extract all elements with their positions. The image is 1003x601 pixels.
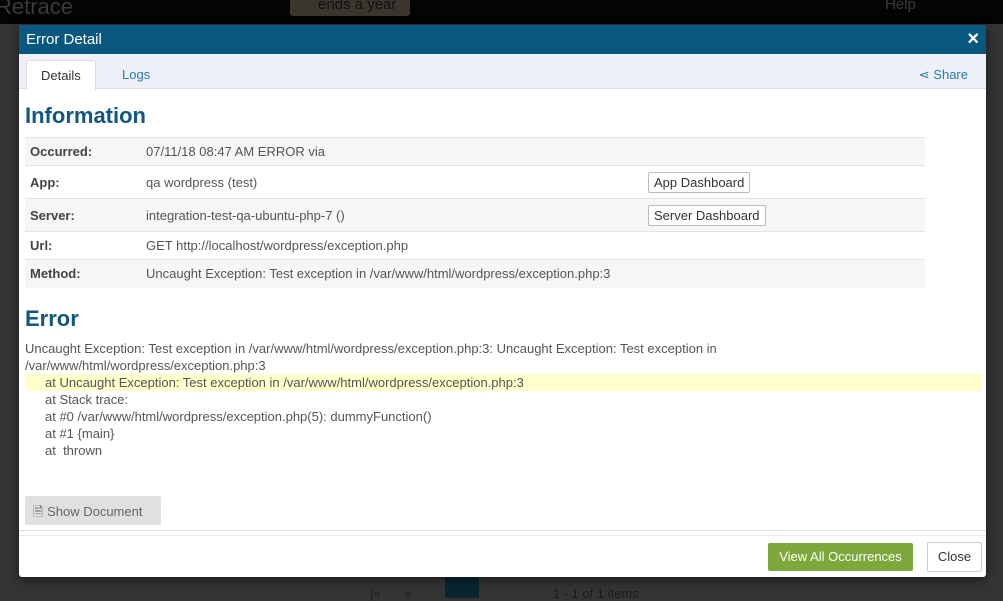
error-detail-modal: Error Detail × Details Logs ⋖ Share Info… xyxy=(19,25,986,577)
row-label: Occurred: xyxy=(25,137,141,166)
tab-details[interactable]: Details xyxy=(26,60,96,90)
show-document-button[interactable]: 🗎 Show Document xyxy=(25,496,161,525)
stack-line: at Uncaught Exception: Test exception in… xyxy=(25,374,981,391)
row-label: App: xyxy=(25,165,141,199)
modal-header: Error Detail × xyxy=(19,25,986,54)
stack-line: at #1 {main} xyxy=(45,426,115,441)
app-topbar: Retrace ends a year Help xyxy=(0,0,1003,24)
document-icon: 🗎 xyxy=(33,504,44,519)
share-label: Share xyxy=(933,67,968,82)
error-heading: Error xyxy=(25,306,79,331)
row-label: Server: xyxy=(25,198,141,232)
pager-info: 1 - 1 of 1 items xyxy=(552,586,639,601)
error-text: Uncaught Exception: Test exception in /v… xyxy=(25,341,717,373)
close-icon[interactable]: × xyxy=(967,28,979,51)
share-icon: ⋖ xyxy=(918,67,934,82)
row-value: integration-test-qa-ubuntu-php-7 () xyxy=(141,198,643,232)
stack-line: at #0 /var/www/html/wordpress/exception.… xyxy=(45,409,432,424)
server-dashboard-button[interactable]: Server Dashboard xyxy=(648,204,766,226)
row-value: qa wordpress (test) xyxy=(141,165,643,199)
show-document-label: Show Document xyxy=(47,504,143,519)
row-value: Uncaught Exception: Test exception in /v… xyxy=(141,259,925,288)
share-link[interactable]: ⋖ Share xyxy=(919,67,968,83)
row-value: GET http://localhost/wordpress/exception… xyxy=(141,231,643,260)
table-row: App: qa wordpress (test) App Dashboard xyxy=(25,165,925,199)
information-heading: Information xyxy=(25,103,146,128)
help-link[interactable]: Help xyxy=(885,0,916,13)
error-message: Uncaught Exception: Test exception in /v… xyxy=(25,340,981,459)
tab-bar: Details Logs ⋖ Share xyxy=(19,54,986,90)
close-button[interactable]: Close xyxy=(927,542,982,572)
app-logo: Retrace xyxy=(0,0,74,19)
stack-line: at Stack trace: xyxy=(45,392,129,407)
tab-logs[interactable]: Logs xyxy=(108,60,164,90)
divider xyxy=(19,535,986,536)
row-label: Url: xyxy=(25,231,141,260)
table-row: Url: GET http://localhost/wordpress/excep… xyxy=(25,231,925,260)
pager-first[interactable]: |« xyxy=(370,586,381,601)
table-row: Server: integration-test-qa-ubuntu-php-7 … xyxy=(25,198,925,232)
table-row: Occurred: 07/11/18 08:47 AM ERROR via xyxy=(25,137,925,166)
row-label: Method: xyxy=(25,259,141,288)
time-filter[interactable]: ends a year xyxy=(290,0,410,16)
divider xyxy=(19,530,986,531)
modal-title: Error Detail xyxy=(26,31,102,48)
app-dashboard-button[interactable]: App Dashboard xyxy=(648,171,751,193)
view-all-occurrences-button[interactable]: View All Occurrences xyxy=(768,543,913,571)
stack-line: at thrown xyxy=(45,443,103,458)
information-table: Occurred: 07/11/18 08:47 AM ERROR via App… xyxy=(25,137,925,288)
table-row: Method: Uncaught Exception: Test exceptio… xyxy=(25,259,925,288)
pager-prev[interactable]: « xyxy=(404,586,411,601)
row-value: 07/11/18 08:47 AM ERROR via xyxy=(141,137,643,166)
